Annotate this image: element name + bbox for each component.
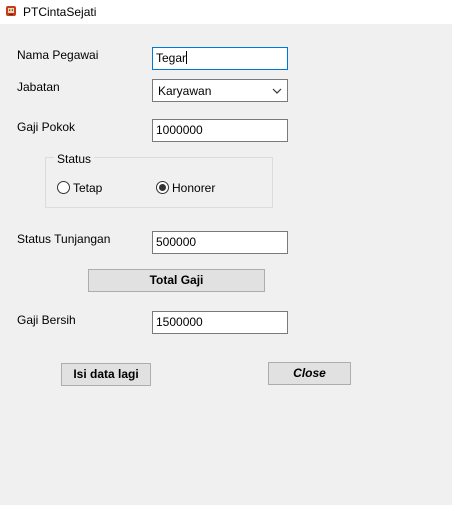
tetap-radio[interactable] (57, 181, 70, 194)
status-group-title: Status (54, 152, 95, 166)
status-tunjangan-input[interactable]: 500000 (152, 231, 288, 254)
nama-pegawai-input[interactable]: Tegar (152, 47, 288, 70)
jabatan-label: Jabatan (17, 80, 60, 94)
gaji-pokok-label: Gaji Pokok (17, 120, 76, 134)
total-gaji-button[interactable]: Total Gaji (88, 269, 265, 292)
isi-data-lagi-button[interactable]: Isi data lagi (61, 363, 151, 386)
form-body: Nama Pegawai Tegar Jabatan Karyawan Gaji… (0, 24, 452, 505)
close-button[interactable]: Close (268, 362, 351, 385)
gaji-bersih-label: Gaji Bersih (17, 313, 76, 327)
gaji-pokok-value: 1000000 (156, 123, 203, 137)
text-caret (186, 51, 188, 64)
app-icon[interactable] (5, 5, 17, 17)
status-tunjangan-label: Status Tunjangan (17, 232, 111, 246)
jabatan-dropdown[interactable]: Karyawan (152, 79, 288, 102)
honorer-radio-label[interactable]: Honorer (172, 181, 215, 195)
tetap-radio-label[interactable]: Tetap (73, 181, 102, 195)
window-title: PTCintaSejati (23, 5, 97, 19)
gaji-pokok-input[interactable]: 1000000 (152, 119, 288, 142)
honorer-radio[interactable] (156, 181, 169, 194)
nama-pegawai-label: Nama Pegawai (17, 48, 99, 62)
gaji-bersih-input[interactable]: 1500000 (152, 311, 288, 334)
gaji-bersih-value: 1500000 (156, 315, 203, 329)
title-bar[interactable]: PTCintaSejati (0, 0, 452, 24)
nama-pegawai-value: Tegar (156, 51, 187, 65)
jabatan-selected-value: Karyawan (158, 84, 212, 98)
radio-selected-dot (159, 184, 166, 191)
chevron-down-icon[interactable] (271, 86, 283, 96)
status-tunjangan-value: 500000 (156, 235, 197, 249)
